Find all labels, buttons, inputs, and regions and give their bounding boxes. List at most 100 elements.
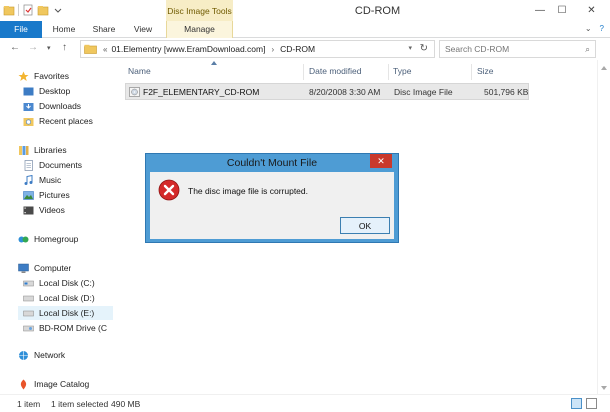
customize-dropdown-icon[interactable]: [52, 4, 64, 16]
details-view-icon[interactable]: [571, 398, 582, 409]
up-arrow-icon[interactable]: ↑: [62, 42, 67, 53]
new-folder-icon[interactable]: [37, 4, 49, 16]
hard-disk-icon: [23, 295, 34, 301]
error-dialog: Couldn't Mount File ✕ The disc image fil…: [145, 153, 399, 243]
breadcrumb-parent[interactable]: 01.Elementry [www.EramDownload.com]: [111, 44, 265, 54]
nav-favorites[interactable]: Favorites: [18, 69, 69, 83]
nav-image-catalog[interactable]: Image Catalog: [18, 377, 89, 391]
nav-label: Computer: [34, 263, 72, 273]
nav-music[interactable]: Music: [23, 173, 61, 187]
nav-network[interactable]: Network: [18, 348, 65, 362]
folder-icon: [84, 44, 97, 54]
help-icon[interactable]: ?: [600, 24, 604, 33]
column-header-size[interactable]: Size: [477, 66, 494, 80]
refresh-icon[interactable]: ↻: [420, 43, 428, 54]
maximize-button[interactable]: ☐: [551, 0, 573, 21]
tab-manage[interactable]: Manage: [166, 21, 233, 38]
column-divider[interactable]: [471, 64, 472, 80]
tab-home[interactable]: Home: [46, 21, 82, 38]
nav-label: Music: [39, 175, 62, 185]
file-date: 8/20/2008 3:30 AM: [309, 87, 381, 97]
nav-label: BD-ROM Drive (C: [39, 323, 107, 333]
dialog-title: Couldn't Mount File: [226, 157, 318, 169]
nav-pictures[interactable]: Pictures: [23, 188, 70, 202]
nav-label: Homegroup: [34, 234, 79, 244]
nav-desktop[interactable]: Desktop: [23, 84, 70, 98]
dialog-message: The disc image file is corrupted.: [188, 186, 308, 196]
hard-disk-icon: [23, 310, 34, 316]
column-header-name[interactable]: Name: [128, 66, 151, 80]
tab-view[interactable]: View: [126, 21, 160, 38]
star-icon: [18, 71, 29, 81]
file-size: 501,796 KB: [484, 87, 529, 97]
window-title: CD-ROM: [354, 5, 401, 17]
scroll-down-icon[interactable]: [601, 386, 607, 390]
back-arrow-icon[interactable]: ←: [10, 42, 20, 53]
properties-icon[interactable]: [22, 4, 34, 16]
tab-file[interactable]: File: [0, 21, 42, 38]
breadcrumb-separator-icon[interactable]: ›: [271, 45, 274, 54]
nav-recent-places[interactable]: Recent places: [23, 114, 93, 128]
nav-label: Network: [34, 350, 66, 360]
nav-local-disk-c[interactable]: Local Disk (C:): [23, 276, 95, 290]
selection-size: 490 MB: [111, 399, 141, 409]
nav-label: Image Catalog: [34, 379, 90, 389]
nav-label: Libraries: [34, 145, 67, 155]
sort-arrow-icon: [211, 61, 217, 65]
column-divider[interactable]: [303, 64, 304, 80]
nav-videos[interactable]: Videos: [23, 203, 65, 217]
address-dropdown-icon[interactable]: ▾: [408, 44, 412, 52]
breadcrumb-overflow[interactable]: «: [103, 45, 107, 54]
vertical-scrollbar[interactable]: [597, 60, 610, 394]
nav-downloads[interactable]: Downloads: [23, 99, 81, 113]
nav-label: Documents: [39, 160, 82, 170]
title-bar: Disc Image Tools CD-ROM — ☐ ✕: [0, 0, 610, 21]
error-icon: [158, 179, 180, 201]
downloads-icon: [23, 102, 34, 111]
expand-ribbon-icon[interactable]: ⌄: [585, 24, 592, 33]
column-header-type[interactable]: Type: [393, 66, 411, 80]
nav-documents[interactable]: Documents: [23, 158, 82, 172]
breadcrumb-current[interactable]: CD-ROM: [280, 44, 315, 54]
nav-local-disk-e[interactable]: Local Disk (E:): [18, 306, 113, 320]
nav-label: Local Disk (D:): [39, 293, 95, 303]
pictures-icon: [23, 190, 34, 200]
nav-label: Videos: [39, 205, 65, 215]
nav-local-disk-d[interactable]: Local Disk (D:): [23, 291, 95, 305]
network-icon: [19, 350, 28, 360]
documents-icon: [24, 159, 33, 171]
forward-arrow-icon[interactable]: →: [28, 42, 38, 53]
file-type: Disc Image File: [394, 87, 453, 97]
music-icon: [24, 174, 33, 185]
ok-button[interactable]: OK: [340, 217, 390, 234]
close-window-button[interactable]: ✕: [573, 0, 610, 21]
recent-locations-icon[interactable]: ▾: [47, 44, 51, 52]
dialog-close-button[interactable]: ✕: [370, 154, 392, 168]
column-header-date[interactable]: Date modified: [309, 66, 361, 80]
tab-share[interactable]: Share: [86, 21, 122, 38]
minimize-button[interactable]: —: [529, 0, 551, 21]
nav-bd-rom-drive[interactable]: BD-ROM Drive (C: [23, 321, 113, 335]
navigation-pane: Favorites Desktop Downloads Recent place…: [0, 60, 113, 394]
ribbon-right-controls: ⌄ ?: [585, 24, 604, 33]
divider: [18, 4, 19, 16]
search-input[interactable]: [445, 44, 565, 54]
search-box[interactable]: ⌕: [439, 40, 596, 58]
file-name: F2F_ELEMENTARY_CD-ROM: [143, 87, 260, 97]
table-row[interactable]: F2F_ELEMENTARY_CD-ROM 8/20/2008 3:30 AM …: [125, 83, 529, 100]
item-count: 1 item: [17, 399, 41, 409]
videos-icon: [23, 206, 34, 214]
ribbon-tabs: File Home Share View Manage ⌄ ?: [0, 21, 610, 38]
column-divider[interactable]: [388, 64, 389, 80]
nav-computer[interactable]: Computer: [18, 261, 71, 275]
address-bar[interactable]: « 01.Elementry [www.EramDownload.com] › …: [80, 40, 435, 58]
status-bar: 1 item 1 item selected 490 MB: [0, 394, 610, 412]
scroll-up-icon[interactable]: [601, 66, 607, 70]
image-catalog-icon: [20, 379, 27, 389]
nav-homegroup[interactable]: Homegroup: [18, 232, 78, 246]
large-icons-view-icon[interactable]: [586, 398, 597, 409]
navigation-bar: ← → ▾ ↑ « 01.Elementry [www.EramDownload…: [0, 38, 610, 60]
app-explorer-icon[interactable]: [3, 4, 15, 16]
homegroup-icon: [18, 236, 29, 242]
nav-libraries[interactable]: Libraries: [18, 143, 67, 157]
